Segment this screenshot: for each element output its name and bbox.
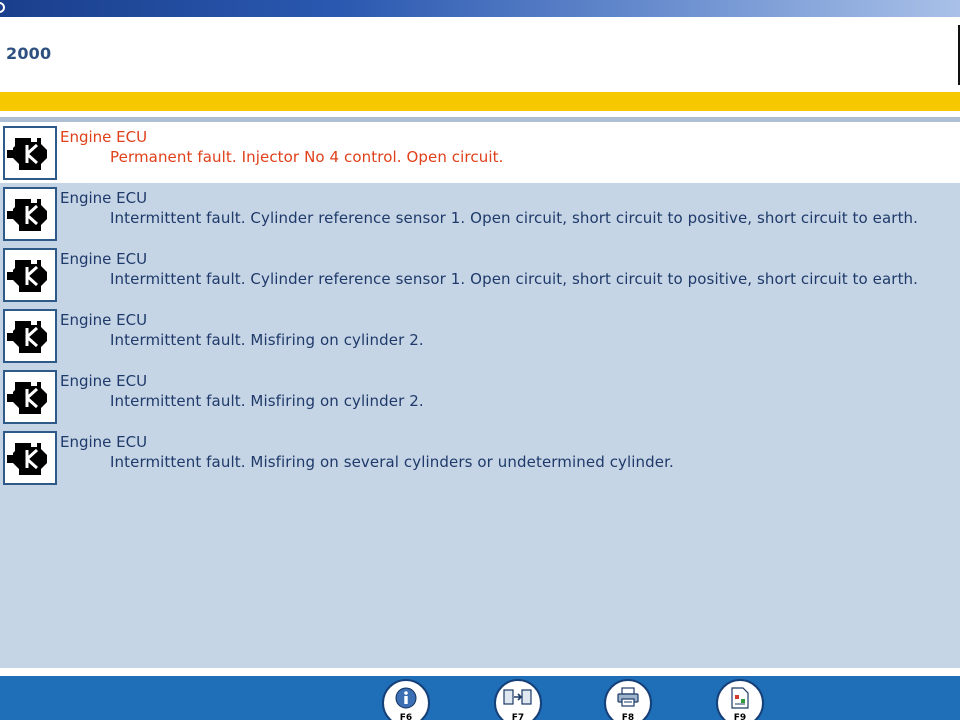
f7-key-label: F7 [511,713,525,720]
fault-row[interactable]: Engine ECU Intermittent fault. Misfiring… [0,305,960,366]
vehicle-year: 2000 [6,44,52,63]
f9-key-label: F9 [733,713,747,720]
exit-icon [503,689,532,705]
fault-description: Intermittent fault. Misfiring on several… [110,453,674,471]
fault-row[interactable]: Engine ECU Permanent fault. Injector No … [0,122,960,183]
fault-title: Engine ECU [60,372,148,390]
window-title-bar [0,0,960,17]
fault-title: Engine ECU [60,433,148,451]
f6-info-button[interactable]: F6 [382,679,430,720]
engine-icon [3,431,57,485]
info-icon [395,687,417,709]
f8-print-button[interactable]: F8 [604,679,652,720]
function-key-bar: F6 F7 F8 F9 [0,676,960,720]
fault-description: Intermittent fault. Misfiring on cylinde… [110,392,424,410]
fault-title: Engine ECU [60,250,148,268]
f9-report-button[interactable]: F9 [716,679,764,720]
f6-key-label: F6 [399,713,413,720]
list-bottom-rule [0,668,960,676]
fault-row[interactable]: Engine ECU Intermittent fault. Cylinder … [0,244,960,305]
fault-description: Permanent fault. Injector No 4 control. … [110,148,504,166]
engine-icon [3,126,57,180]
header-panel: 2000 [0,17,960,92]
fault-row[interactable]: Engine ECU Intermittent fault. Misfiring… [0,427,960,488]
report-icon [731,687,749,709]
fault-row[interactable]: Engine ECU Intermittent fault. Cylinder … [0,183,960,244]
fault-row[interactable]: Engine ECU Intermittent fault. Misfiring… [0,366,960,427]
fault-title: Engine ECU [60,311,148,329]
fault-description: Intermittent fault. Misfiring on cylinde… [110,331,424,349]
fault-list: Engine ECU Permanent fault. Injector No … [0,122,960,668]
system-menu-icon[interactable] [0,2,5,13]
fault-description: Intermittent fault. Cylinder reference s… [110,209,919,227]
engine-icon [3,370,57,424]
engine-icon [3,187,57,241]
fault-title: Engine ECU [60,189,148,207]
fault-title: Engine ECU [60,128,148,146]
f8-key-label: F8 [621,713,635,720]
engine-icon [3,309,57,363]
fault-description: Intermittent fault. Cylinder reference s… [110,270,919,288]
yellow-band [0,92,960,111]
print-icon [617,687,639,707]
engine-icon [3,248,57,302]
f7-exit-button[interactable]: F7 [494,679,542,720]
